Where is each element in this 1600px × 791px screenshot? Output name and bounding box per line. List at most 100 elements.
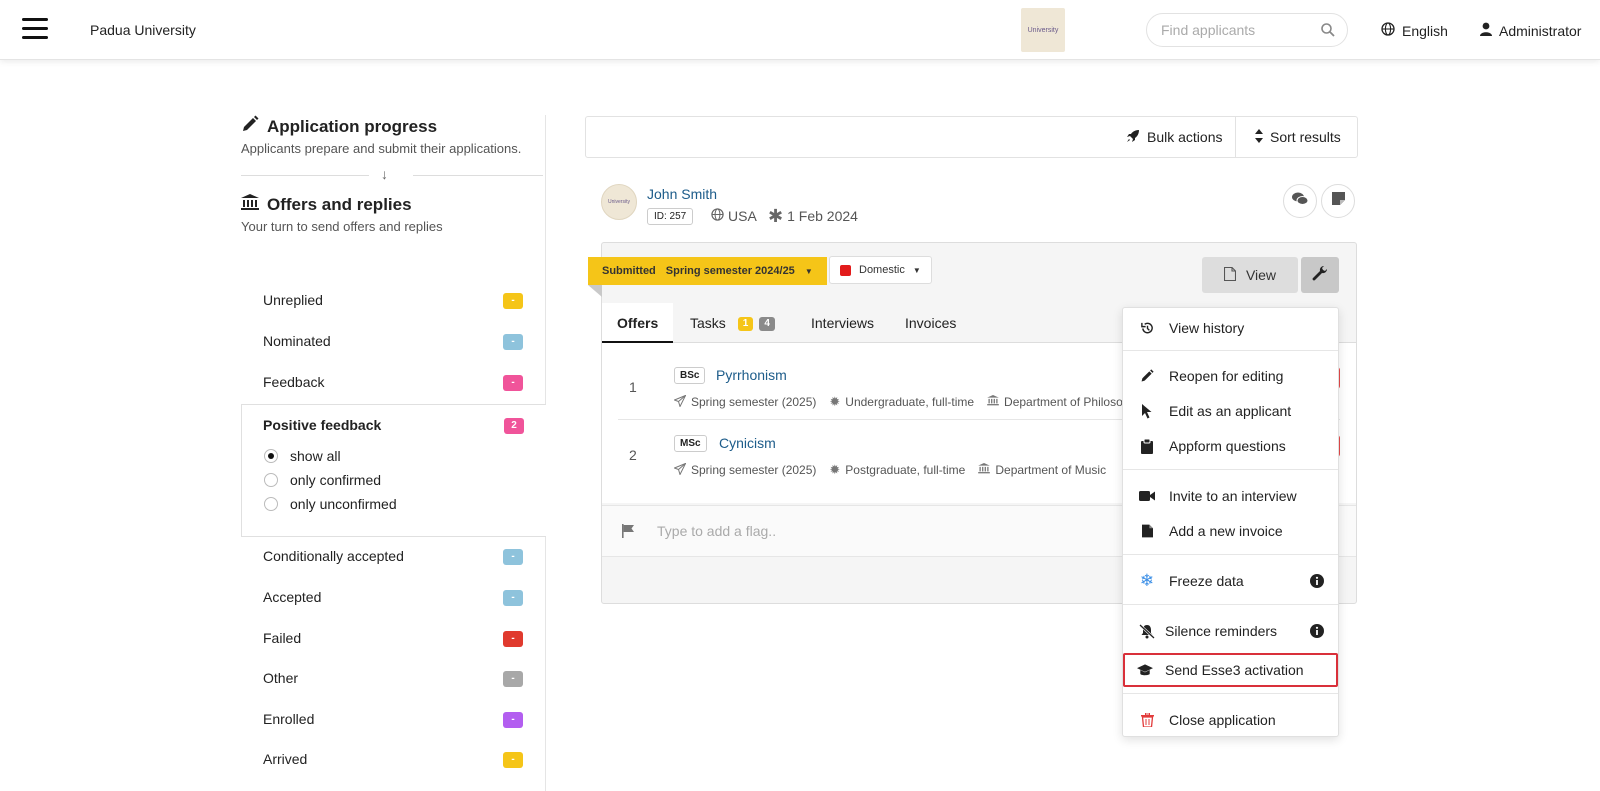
note-button[interactable] (1321, 184, 1355, 218)
status-badge: - (503, 549, 523, 565)
globe-icon (1381, 22, 1395, 39)
search-box (1146, 13, 1348, 47)
user-menu[interactable]: Administrator (1480, 22, 1581, 39)
status-item-unreplied[interactable]: Unreplied - (241, 282, 531, 322)
status-item-enrolled[interactable]: Enrolled - (241, 701, 531, 741)
actions-wrench-button[interactable] (1301, 257, 1339, 293)
info-icon[interactable] (1310, 624, 1324, 641)
status-badge: - (503, 293, 523, 309)
status-item-feedback[interactable]: Feedback - (241, 364, 531, 404)
menu-item-send-esse3-activation[interactable]: Send Esse3 activation (1123, 653, 1338, 687)
hamburger-menu-icon[interactable] (22, 18, 48, 40)
snowflake-icon: ❄ (1139, 571, 1155, 590)
menu-label: Reopen for editing (1169, 368, 1284, 384)
filter-only-unconfirmed[interactable]: only unconfirmed (264, 496, 397, 512)
paper-plane-icon (673, 462, 687, 478)
menu-item-invite-interview[interactable]: Invite to an interview (1123, 479, 1338, 513)
view-button[interactable]: View (1202, 257, 1298, 293)
menu-item-add-invoice[interactable]: Add a new invoice (1123, 514, 1338, 548)
bank-icon (987, 395, 999, 409)
stage-divider: ↓ (241, 164, 546, 188)
offer-meta: Spring semester (2025) ✹ Undergraduate, … (673, 394, 1130, 410)
status-semester-ribbon[interactable]: Submitted Spring semester 2024/25 ▼ (588, 257, 827, 285)
offer-department: Department of Philosop (1004, 395, 1130, 409)
user-label: Administrator (1499, 22, 1582, 39)
bell-slash-icon (1139, 623, 1155, 639)
pencil-icon (1139, 368, 1155, 384)
status-badge: - (503, 712, 523, 728)
status-item-other[interactable]: Other - (241, 660, 531, 700)
flag-input[interactable] (657, 523, 1057, 539)
filter-only-confirmed[interactable]: only confirmed (264, 472, 381, 488)
status-item-positive-feedback[interactable]: Positive feedback 2 show all only confir… (241, 404, 546, 537)
country-label: USA (728, 208, 757, 224)
radio-button[interactable] (264, 473, 278, 487)
search-icon[interactable] (1321, 23, 1335, 42)
date-label: 1 Feb 2024 (787, 208, 858, 224)
residency-dropdown[interactable]: Domestic ▼ (829, 256, 932, 284)
radio-button[interactable] (264, 497, 278, 511)
filter-label: show all (290, 448, 341, 464)
tab-label: Tasks (690, 315, 726, 331)
sort-results-label: Sort results (1270, 129, 1341, 145)
menu-label: Close application (1169, 712, 1276, 728)
tab-tasks[interactable]: Tasks 1 4 (690, 303, 775, 343)
search-input[interactable] (1161, 22, 1311, 38)
status-item-nominated[interactable]: Nominated - (241, 323, 531, 363)
offers-replies-header[interactable]: Offers and replies (241, 194, 546, 216)
status-item-arrived[interactable]: Arrived - (241, 741, 531, 781)
sort-icon (1255, 128, 1263, 146)
programme-link[interactable]: Cynicism (719, 435, 776, 451)
rocket-icon (1126, 129, 1140, 146)
applicant-name-link[interactable]: John Smith (647, 186, 717, 202)
file-icon (1139, 523, 1155, 539)
menu-item-freeze-data[interactable]: ❄ Freeze data (1123, 564, 1338, 598)
offer-semester: Spring semester (2025) (691, 463, 817, 477)
status-badge: - (503, 671, 523, 687)
programme-link[interactable]: Pyrrhonism (716, 367, 787, 383)
menu-item-edit-as-applicant[interactable]: Edit as an applicant (1123, 394, 1338, 428)
status-label: Submitted (602, 265, 656, 277)
menu-item-silence-reminders[interactable]: Silence reminders (1123, 614, 1338, 648)
tab-interviews[interactable]: Interviews (811, 303, 874, 343)
tab-invoices[interactable]: Invoices (905, 303, 956, 343)
status-item-accepted[interactable]: Accepted - (241, 579, 531, 619)
filter-show-all[interactable]: show all (264, 448, 341, 464)
user-icon (1480, 22, 1492, 39)
offer-number: 2 (629, 447, 637, 463)
semester-label: Spring semester 2024/25 (665, 265, 795, 277)
menu-item-reopen-editing[interactable]: Reopen for editing (1123, 359, 1338, 393)
offer-department: Department of Music (995, 463, 1107, 477)
status-item-conditionally-accepted[interactable]: Conditionally accepted - (241, 538, 531, 578)
language-selector[interactable]: English (1381, 22, 1448, 39)
menu-label: Invite to an interview (1169, 488, 1297, 504)
info-icon[interactable] (1310, 574, 1324, 591)
menu-item-close-application[interactable]: Close application (1123, 703, 1338, 737)
status-label: Other (263, 670, 299, 686)
history-icon (1139, 320, 1155, 336)
status-item-failed[interactable]: Failed - (241, 620, 531, 660)
application-progress-header[interactable]: Application progress (241, 115, 546, 138)
bulk-actions-label: Bulk actions (1147, 129, 1223, 145)
tab-label: Offers (617, 315, 659, 331)
degree-chip: BSc (674, 367, 706, 384)
sort-results-button[interactable]: Sort results (1255, 117, 1341, 157)
tab-offers[interactable]: Offers (602, 303, 674, 343)
comments-button[interactable] (1283, 184, 1317, 218)
menu-label: Silence reminders (1165, 623, 1278, 639)
status-badge: - (503, 375, 523, 391)
degree-chip: MSc (674, 435, 707, 452)
bulk-actions-button[interactable]: Bulk actions (1126, 117, 1222, 157)
radio-button[interactable] (264, 449, 278, 463)
menu-label: Freeze data (1169, 573, 1244, 589)
tasks-count-badge: 1 (737, 317, 754, 331)
offer-mode: Postgraduate, full-time (845, 463, 966, 477)
clipboard-icon (1139, 438, 1155, 454)
menu-item-view-history[interactable]: View history (1123, 311, 1338, 345)
brand-name[interactable]: Padua University (90, 22, 196, 38)
status-badge: 2 (504, 418, 524, 434)
applicant-country: USA (711, 208, 757, 224)
menu-item-appform-questions[interactable]: Appform questions (1123, 429, 1338, 463)
status-label: Conditionally accepted (263, 548, 404, 564)
offer-meta: Spring semester (2025) ✹ Postgraduate, f… (673, 462, 1107, 478)
